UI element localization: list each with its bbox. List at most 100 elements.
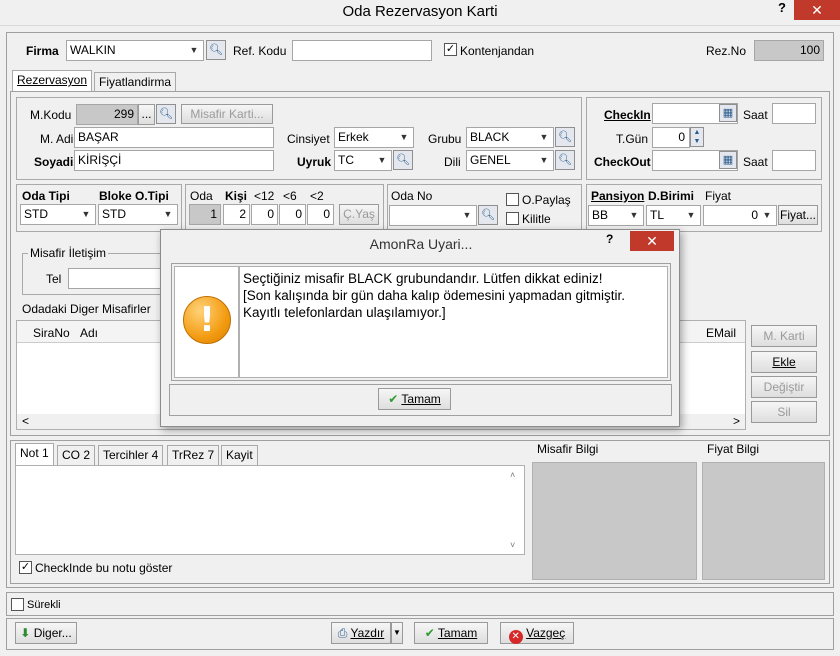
- odano-search-button[interactable]: 🔍︎: [478, 205, 498, 225]
- firma-search-button[interactable]: 🔍︎: [206, 40, 226, 60]
- oda-count[interactable]: 1: [189, 204, 221, 225]
- bloke-select[interactable]: STD ▼: [98, 204, 178, 225]
- warning-dialog: AmonRa Uyari... ? ✕ ! Seçtiğiniz misafir…: [160, 229, 680, 427]
- cinsiyet-select[interactable]: Erkek ▼: [334, 127, 414, 148]
- scroll-down-icon[interactable]: ˅: [510, 540, 515, 550]
- mkodu-dots-button[interactable]: ...: [138, 104, 155, 125]
- chevron-down-icon: ▼: [629, 210, 639, 220]
- ref-kodu-label: Ref. Kodu: [233, 44, 287, 58]
- kisi-label: Kişi: [225, 189, 248, 203]
- fiyat-button[interactable]: Fiyat...: [778, 205, 818, 225]
- scroll-right-icon[interactable]: >: [733, 414, 740, 428]
- yazdir-dropdown-button[interactable]: ▼: [391, 622, 403, 644]
- lt6-label: <6: [283, 189, 297, 203]
- kilitle-checkbox[interactable]: [506, 212, 519, 225]
- tel-label: Tel: [46, 272, 62, 286]
- cocuk-yas-button[interactable]: Ç.Yaş: [339, 204, 379, 225]
- saat2-input[interactable]: [772, 150, 816, 171]
- cinsiyet-label: Cinsiyet: [287, 132, 330, 146]
- close-window-button[interactable]: ✕: [794, 0, 840, 20]
- vazgec-button[interactable]: ✕ Vazgeç: [500, 622, 574, 644]
- dialog-ok-button[interactable]: ✔ Tamam: [378, 388, 451, 410]
- tab-rezervasyon[interactable]: Rezervasyon: [12, 70, 93, 92]
- search-icon: 🔍︎: [209, 44, 223, 56]
- opaylas-checkbox[interactable]: [506, 193, 519, 206]
- lt6-count[interactable]: 0: [279, 204, 306, 225]
- sil-button[interactable]: Sil: [751, 401, 817, 423]
- checkout-label: CheckOut: [594, 155, 651, 169]
- col-email[interactable]: EMail: [706, 326, 736, 340]
- scroll-left-icon[interactable]: <: [22, 414, 29, 428]
- uyruk-select[interactable]: TC ▼: [334, 150, 392, 171]
- grubu-search-button[interactable]: 🔍︎: [555, 127, 575, 147]
- col-sirano[interactable]: SiraNo: [33, 326, 70, 340]
- dialog-icon-panel: !: [174, 266, 239, 378]
- dbirimi-select[interactable]: TL ▼: [646, 205, 701, 226]
- misafir-karti-button[interactable]: Misafir Karti...: [181, 104, 273, 124]
- surekli-label: Sürekli: [27, 599, 61, 611]
- saat1-input[interactable]: [772, 103, 816, 124]
- ekle-button[interactable]: Ekle: [751, 351, 817, 373]
- help-button[interactable]: ?: [770, 0, 794, 22]
- cancel-icon: ✕: [508, 630, 523, 644]
- calendar-icon[interactable]: ▦: [719, 151, 737, 169]
- opaylas-label: O.Paylaş: [522, 193, 571, 207]
- diger-button[interactable]: ⬇ Diger...: [15, 622, 77, 644]
- calendar-icon[interactable]: ▦: [719, 104, 737, 122]
- tab-tercihler[interactable]: Tercihler 4: [98, 445, 164, 465]
- dialog-close-button[interactable]: ✕: [630, 231, 674, 251]
- checkmark-icon: ✔: [424, 626, 435, 640]
- message-line-3: Kayıtlı telefonlardan ulaşılamıyor.]: [243, 305, 446, 320]
- note-textarea[interactable]: [15, 465, 525, 555]
- col-adi[interactable]: Adı: [80, 326, 98, 340]
- dili-label: Dili: [444, 155, 461, 169]
- pansiyon-select[interactable]: BB ▼: [588, 205, 644, 226]
- surekli-checkbox[interactable]: [11, 598, 24, 611]
- lt2-count[interactable]: 0: [307, 204, 334, 225]
- pansiyon-label: Pansiyon: [591, 189, 645, 203]
- rezno-label: Rez.No: [706, 44, 747, 58]
- misafir-bilgi-panel: [532, 462, 697, 580]
- dili-select[interactable]: GENEL ▼: [466, 150, 554, 171]
- yazdir-button[interactable]: ⎙ Yazdır: [331, 622, 391, 644]
- fiyat-select[interactable]: 0 ▼: [703, 205, 777, 226]
- lt2-label: <2: [310, 189, 324, 203]
- lt12-count[interactable]: 0: [251, 204, 278, 225]
- tgun-input[interactable]: 0: [652, 127, 690, 148]
- mkodu-search-button[interactable]: 🔍︎: [156, 104, 176, 124]
- madi-label: M. Adi: [40, 132, 74, 146]
- mkarti-button[interactable]: M. Karti: [751, 325, 817, 347]
- kontenjan-checkbox[interactable]: ✓: [444, 43, 457, 56]
- scroll-up-icon[interactable]: ˄: [510, 470, 515, 480]
- search-icon: 🔍︎: [159, 108, 173, 120]
- mkodu-field[interactable]: 299: [76, 104, 138, 125]
- chevron-down-icon: ▼: [163, 209, 173, 219]
- fiyat-label: Fiyat: [705, 189, 732, 203]
- tgun-label: T.Gün: [616, 132, 649, 146]
- soyadi-input[interactable]: KİRİŞÇİ: [74, 150, 274, 171]
- tab-trrez[interactable]: TrRez 7: [167, 445, 220, 465]
- uyruk-search-button[interactable]: 🔍︎: [393, 150, 413, 170]
- tab-co[interactable]: CO 2: [57, 445, 96, 465]
- degistir-button[interactable]: Değiştir: [751, 376, 817, 398]
- checkin-label: CheckIn: [604, 108, 651, 122]
- kisi-count[interactable]: 2: [223, 204, 250, 225]
- grubu-select[interactable]: BLACK ▼: [466, 127, 554, 148]
- firma-select[interactable]: WALKIN ▼: [66, 40, 204, 61]
- contact-title: Misafir İletişim: [28, 246, 109, 260]
- odatipi-select[interactable]: STD ▼: [20, 204, 96, 225]
- dialog-message: Seçtiğiniz misafir BLACK grubundandır. L…: [239, 266, 668, 378]
- checkin-note-checkbox[interactable]: ✓: [19, 561, 32, 574]
- tamam-button[interactable]: ✔ Tamam: [414, 622, 488, 644]
- odano-select[interactable]: ▼: [389, 205, 477, 226]
- dili-search-button[interactable]: 🔍︎: [555, 150, 575, 170]
- tab-fiyatlandirma[interactable]: Fiyatlandirma: [94, 72, 177, 92]
- ref-kodu-input[interactable]: [292, 40, 432, 61]
- madi-input[interactable]: BAŞAR: [74, 127, 274, 148]
- tab-not[interactable]: Not 1: [15, 443, 54, 465]
- checkmark-icon: ✔: [388, 392, 399, 406]
- tab-kayit[interactable]: Kayit: [221, 445, 258, 465]
- tgun-spinner[interactable]: ▲ ▼: [690, 127, 704, 147]
- dialog-help-button[interactable]: ?: [606, 232, 626, 246]
- rezno-field: 100: [754, 40, 824, 61]
